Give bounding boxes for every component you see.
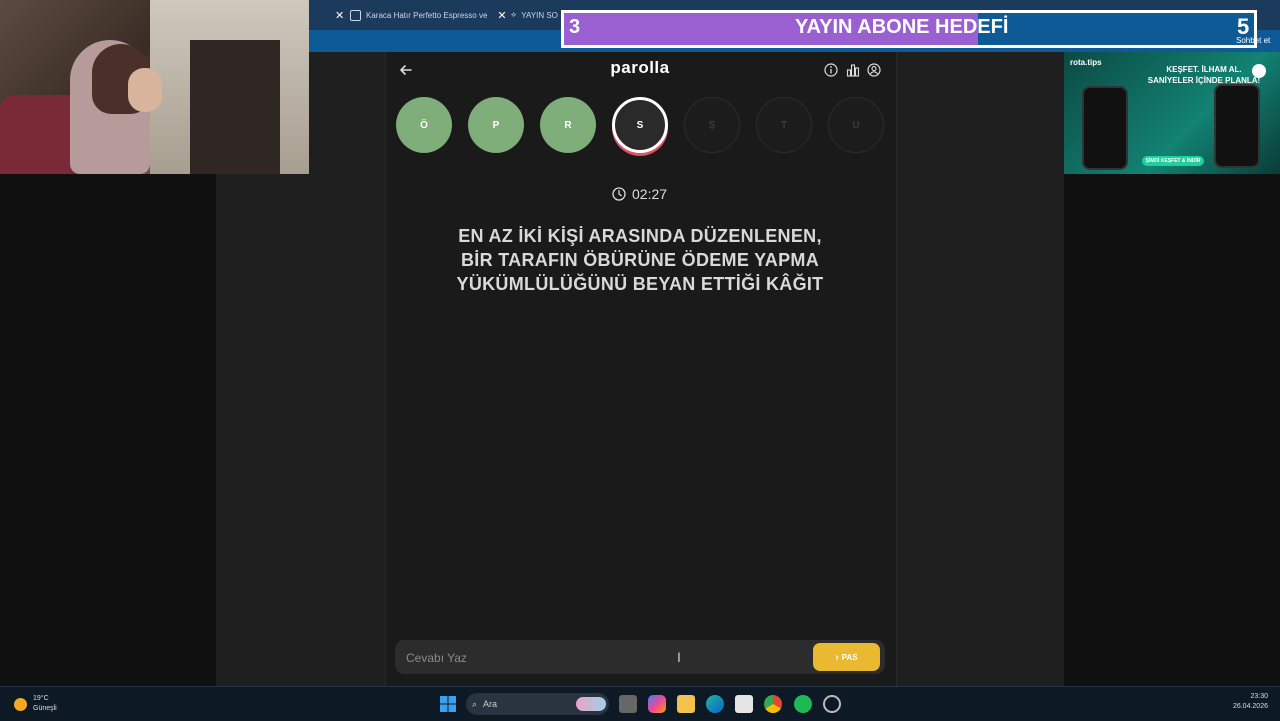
question-line: EN AZ İKİ KİŞİ ARASINDA DÜZENLENEN, <box>458 226 822 246</box>
ad-toggle-icon[interactable] <box>1252 64 1266 78</box>
weather-condition: Güneşli <box>33 705 57 712</box>
question-line: BİR TARAFIN ÖBÜRÜNE ÖDEME YAPMA <box>461 250 819 270</box>
file-explorer-icon[interactable] <box>677 695 695 713</box>
temperature: 19°C <box>33 695 49 702</box>
tab-karaca[interactable]: Karaca Hatır Perfetto Espresso ve ✕ <box>350 4 507 26</box>
store-icon[interactable] <box>735 695 753 713</box>
webcam-feed <box>0 0 309 174</box>
right-margin <box>1064 174 1280 686</box>
countdown-timer: 02:27 <box>612 186 667 202</box>
search-icon: ⌕ <box>472 698 478 709</box>
goal-progress-remaining <box>978 13 1254 45</box>
chat-button-label[interactable]: Sohbet et <box>1236 36 1270 45</box>
tab-yayin[interactable]: ⟡ YAYIN SO <box>511 4 558 26</box>
copilot-icon[interactable] <box>648 695 666 713</box>
advertisement-banner[interactable]: rota.tips KEŞFET. İLHAM AL. SANİYELER İÇ… <box>1064 52 1280 174</box>
clock-date: 26.04.2026 <box>1232 703 1268 710</box>
letter-circle-p: P <box>468 97 524 153</box>
answer-input[interactable] <box>404 648 808 668</box>
pass-label: PAS <box>841 652 858 662</box>
weather-widget[interactable]: 19°C Güneşli <box>14 694 57 714</box>
clock-icon <box>612 187 626 201</box>
taskbar-search[interactable]: ⌕ Ara <box>466 693 609 715</box>
tab-label: YAYIN SO <box>521 10 558 20</box>
tab-close-button[interactable]: ✕ <box>329 4 344 26</box>
goal-title: YAYIN ABONE HEDEFİ <box>795 16 1009 38</box>
info-icon[interactable] <box>824 63 838 77</box>
ad-phone-image <box>1082 86 1128 170</box>
tab-favicon-icon: ⟡ <box>511 10 517 19</box>
timer-value: 02:27 <box>632 186 668 202</box>
search-highlight-icon <box>576 697 606 711</box>
windows-start-icon[interactable] <box>439 695 457 713</box>
stats-icon[interactable] <box>846 63 860 77</box>
app-title: parolla <box>610 58 670 77</box>
goal-current-count: 3 <box>569 16 581 38</box>
windows-taskbar <box>0 686 1280 721</box>
tab-label: Karaca Hatır Perfetto Espresso ve <box>366 10 488 20</box>
close-icon[interactable]: ✕ <box>497 9 506 22</box>
profile-icon[interactable] <box>867 63 881 77</box>
sun-icon <box>14 697 27 711</box>
letter-circle-s-active: S <box>612 97 668 153</box>
edge-icon[interactable] <box>706 695 724 713</box>
ad-phone-image <box>1214 84 1260 168</box>
spotify-icon[interactable] <box>794 695 812 713</box>
ad-brand: rota.tips <box>1070 58 1102 67</box>
task-view-icon[interactable] <box>619 695 637 713</box>
ad-cta-button[interactable]: ŞİMDİ KEŞFET & İNDİR <box>1142 156 1204 166</box>
question-line: YÜKÜMLÜLÜĞÜNÜ BEYAN ETTİĞİ KÂĞIT <box>456 274 824 294</box>
letter-circle-r: R <box>540 97 596 153</box>
chevron-right-icon: › <box>835 651 839 663</box>
pass-button[interactable]: › PAS <box>813 643 880 671</box>
letter-circle-t: T <box>756 97 812 153</box>
taskbar-clock[interactable]: 23:30 26.04.2026 <box>1220 692 1268 712</box>
settings-icon[interactable] <box>823 695 841 713</box>
tab-favicon-icon <box>350 9 361 21</box>
letter-circle-o: Ö <box>396 97 452 153</box>
clock-time: 23:30 <box>1250 693 1268 700</box>
question-text: EN AZ İKİ KİŞİ ARASINDA DÜZENLENEN, BİR … <box>420 224 860 296</box>
text-cursor-icon: I <box>677 649 681 665</box>
search-label: Ara <box>483 699 498 709</box>
left-margin <box>0 174 216 686</box>
chrome-icon[interactable] <box>764 695 782 713</box>
letter-circle-sh: Ş <box>684 97 740 153</box>
letter-circle-u: U <box>828 97 884 153</box>
